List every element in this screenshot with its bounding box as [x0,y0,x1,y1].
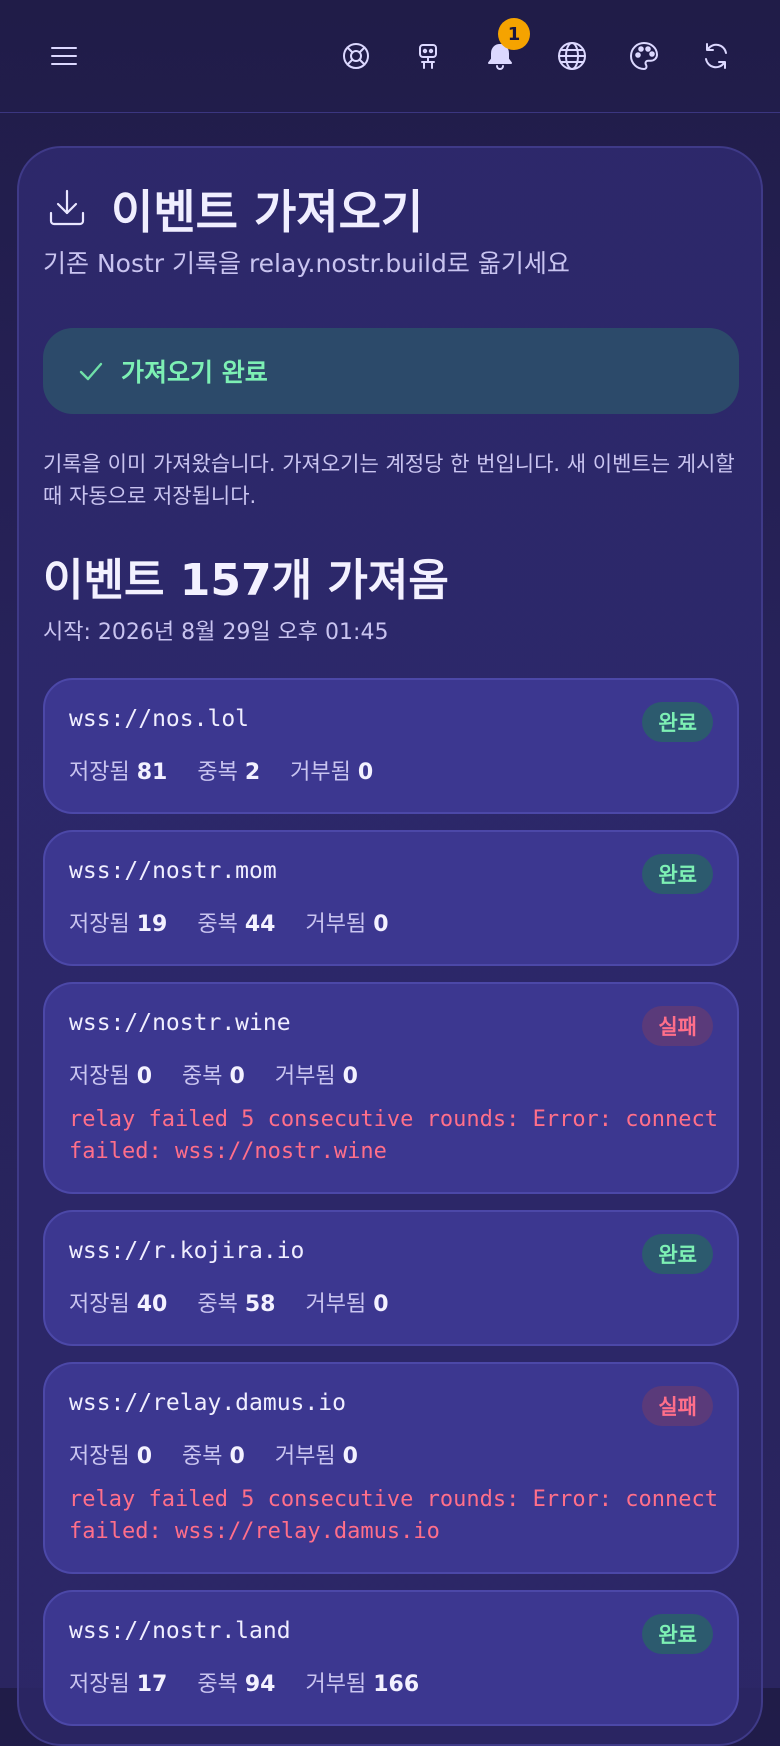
relay-url: wss://nostr.mom [69,858,277,884]
relay-card: wss://r.kojira.io 완료 저장됨 40 중복 58 거부됨 0 [43,1210,739,1346]
relay-url: wss://nostr.wine [69,1010,291,1036]
globe-icon [558,42,586,70]
page-title: 이벤트 가져오기 [111,185,424,239]
status-badge: 완료 [642,702,713,742]
saved-stat: 저장됨 0 [69,1064,153,1089]
relay-card: wss://nostr.mom 완료 저장됨 19 중복 44 거부됨 0 [43,830,739,966]
duplicate-stat: 중복 58 [197,1292,276,1317]
menu-button[interactable] [42,34,86,78]
rejected-stat: 거부됨 166 [305,1672,420,1697]
page-subtitle: 기존 Nostr 기록을 relay.nostr.build로 옮기세요 [43,249,570,278]
relay-error-message: relay failed 5 consecutive rounds: Error… [69,1487,719,1544]
palette-icon [630,42,658,70]
language-button[interactable] [550,34,594,78]
relay-stats: 저장됨 17 중복 94 거부됨 166 [69,1666,449,1698]
saved-stat: 저장됨 0 [69,1444,153,1469]
relay-stats: 저장됨 40 중복 58 거부됨 0 [69,1286,419,1318]
robot-icon [419,44,437,69]
rejected-stat: 거부됨 0 [305,1292,389,1317]
menu-icon [51,47,77,65]
rejected-stat: 거부됨 0 [274,1444,358,1469]
relay-stats: 저장됨 0 중복 0 거부됨 0 [69,1438,388,1470]
relay-stats: 저장됨 0 중복 0 거부됨 0 [69,1058,388,1090]
imported-count-title: 이벤트 157개 가져옴 [43,555,449,606]
relay-url: wss://nos.lol [69,706,250,732]
relay-stats: 저장됨 19 중복 44 거부됨 0 [69,906,419,938]
saved-stat: 저장됨 40 [69,1292,168,1317]
check-icon [79,362,103,381]
status-badge: 완료 [642,854,713,894]
import-notice: 기록을 이미 가져왔습니다. 가져오기는 계정당 한 번입니다. 새 이벤트는 … [43,452,735,508]
relay-url: wss://r.kojira.io [69,1238,305,1264]
saved-stat: 저장됨 81 [69,760,168,785]
duplicate-stat: 중복 0 [182,1064,245,1089]
relay-url: wss://nostr.land [69,1618,291,1644]
relay-card: wss://nos.lol 완료 저장됨 81 중복 2 거부됨 0 [43,678,739,814]
rejected-stat: 거부됨 0 [290,760,374,785]
relay-card: wss://relay.damus.io 실패 저장됨 0 중복 0 거부됨 0… [43,1362,739,1574]
relay-card: wss://nostr.wine 실패 저장됨 0 중복 0 거부됨 0 rel… [43,982,739,1194]
import-panel: 이벤트 가져오기 기존 Nostr 기록을 relay.nostr.build로… [17,146,763,1746]
download-icon [45,185,89,233]
page-header: 이벤트 가져오기 [45,176,423,242]
import-complete-banner: 가져오기 완료 [43,328,739,414]
duplicate-stat: 중복 44 [197,912,276,937]
robot-button[interactable] [406,34,450,78]
saved-stat: 저장됨 17 [69,1672,168,1697]
status-badge: 실패 [642,1386,713,1426]
relay-url: wss://relay.damus.io [69,1390,346,1416]
status-banner-text: 가져오기 완료 [121,358,268,387]
duplicate-stat: 중복 94 [197,1672,276,1697]
refresh-icon [705,43,727,69]
rejected-stat: 거부됨 0 [274,1064,358,1089]
rejected-stat: 거부됨 0 [305,912,389,937]
theme-button[interactable] [622,34,666,78]
status-badge: 실패 [642,1006,713,1046]
notification-count-badge: 1 [498,18,530,50]
relay-stats: 저장됨 81 중복 2 거부됨 0 [69,754,403,786]
duplicate-stat: 중복 0 [182,1444,245,1469]
relay-card: wss://nostr.land 완료 저장됨 17 중복 94 거부됨 166 [43,1590,739,1726]
top-bar: 1 [0,0,780,113]
import-start-time: 시작: 2026년 8월 29일 오후 01:45 [43,620,389,645]
support-icon [343,43,369,69]
saved-stat: 저장됨 19 [69,912,168,937]
support-button[interactable] [334,34,378,78]
status-badge: 완료 [642,1614,713,1654]
duplicate-stat: 중복 2 [197,760,261,785]
relay-error-message: relay failed 5 consecutive rounds: Error… [69,1107,719,1164]
refresh-button[interactable] [694,34,738,78]
status-badge: 완료 [642,1234,713,1274]
notifications-button[interactable]: 1 [478,18,530,78]
